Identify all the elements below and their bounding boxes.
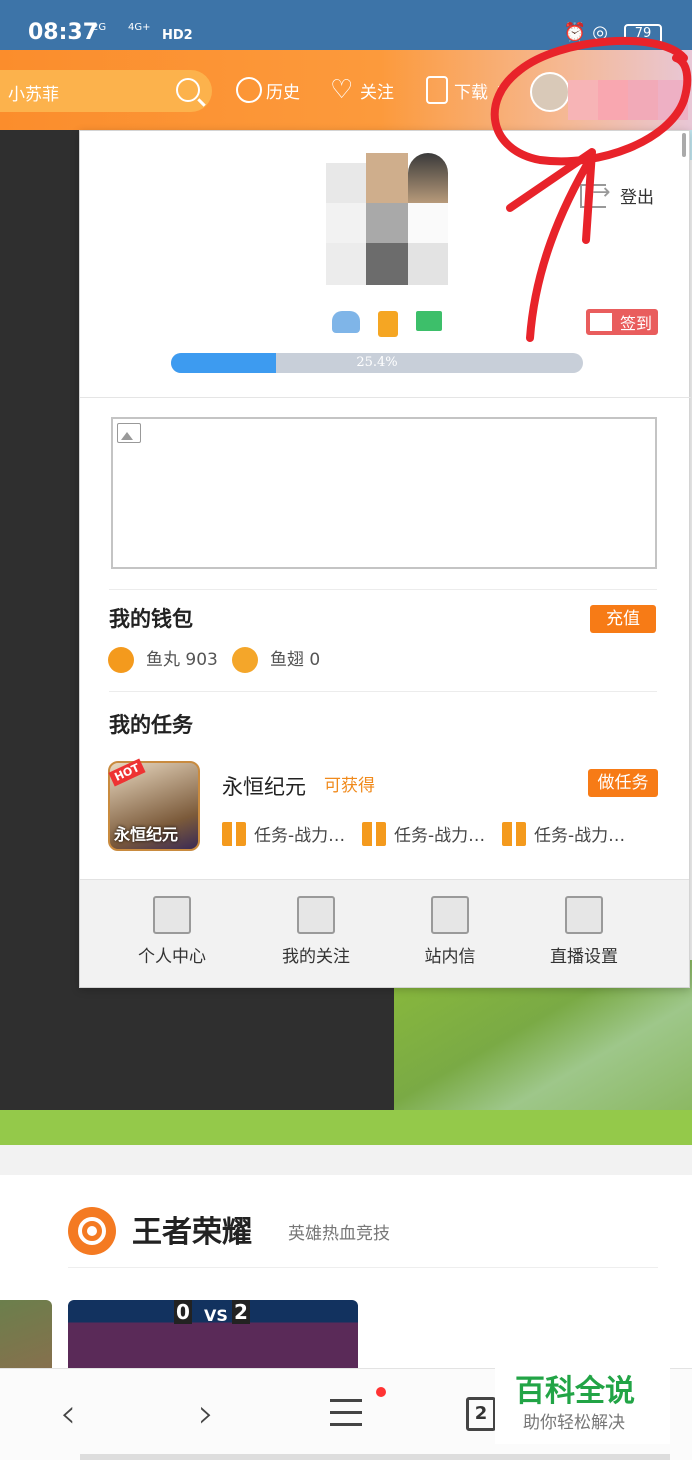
- vip-badge-icon[interactable]: [332, 311, 360, 333]
- phone-badge-icon[interactable]: [378, 311, 398, 337]
- fish-ball-balance: 鱼丸 903: [146, 650, 218, 670]
- search-icon[interactable]: [176, 78, 200, 102]
- pixelated-avatar: [326, 153, 448, 285]
- user-dropdown-panel: 登出 签到 25.4% 我的钱包 充值 鱼丸 903 鱼翅 0 我的任务 HOT…: [79, 130, 691, 988]
- game-icon-label: 永恒纪元: [114, 825, 179, 844]
- task-item[interactable]: 任务-战力…: [502, 821, 625, 846]
- notification-dot: [376, 1387, 386, 1397]
- home-indicator: [80, 1454, 670, 1460]
- fish-fin-balance: 鱼翅 0: [270, 650, 321, 670]
- menu-icon[interactable]: [330, 1399, 362, 1435]
- scrollbar[interactable]: [682, 133, 686, 157]
- top-nav: 小苏菲 历史 ♡ 关注 下载 ▼: [0, 50, 692, 130]
- follow-button[interactable]: ♡ 关注: [330, 74, 394, 106]
- wallet-title: 我的钱包: [109, 607, 193, 631]
- messages-label: 站内信: [424, 947, 476, 967]
- logout-button[interactable]: 登出: [580, 180, 654, 208]
- mail-badge-icon[interactable]: [416, 311, 442, 331]
- pixelated-username: [568, 80, 688, 120]
- watermark-title: 百科全说: [515, 1374, 635, 1409]
- level-progress-bar: 25.4%: [171, 353, 583, 373]
- do-task-button[interactable]: 做任务: [588, 769, 658, 797]
- history-label: 历史: [266, 82, 300, 103]
- obtainable-label: 可获得: [324, 776, 375, 796]
- divider: [109, 589, 657, 590]
- search-input[interactable]: 小苏菲: [8, 80, 59, 105]
- gear-icon: [565, 896, 603, 934]
- recharge-button[interactable]: 充值: [590, 605, 656, 633]
- grass-strip: [0, 1110, 692, 1145]
- fish-fin-icon: [232, 647, 258, 673]
- battery-indicator: 79: [624, 24, 662, 44]
- status-time: 08:37: [28, 20, 99, 45]
- download-button[interactable]: 下载 ▼: [426, 74, 507, 106]
- gift-icon: [502, 821, 526, 846]
- status-icons: ⏰◎: [563, 22, 614, 43]
- tabs-button[interactable]: 2: [466, 1397, 496, 1431]
- watermark-subtitle: 助你轻松解决: [523, 1413, 625, 1433]
- task-item[interactable]: 任务-战力…: [222, 821, 345, 846]
- live-settings-button[interactable]: 直播设置: [514, 896, 654, 967]
- signin-button[interactable]: 签到: [586, 309, 658, 335]
- section-subtitle: 英雄热血竞技: [288, 1224, 390, 1244]
- signin-label: 签到: [620, 314, 653, 333]
- forward-icon[interactable]: ›: [198, 1391, 214, 1437]
- divider: [80, 397, 691, 398]
- download-label: 下载: [454, 82, 488, 103]
- download-icon: [426, 76, 448, 104]
- divider: [109, 691, 657, 692]
- person-icon: [153, 896, 191, 934]
- game-section: 王者荣耀 英雄热血竞技 0 VS 2: [0, 1175, 692, 1380]
- logout-label: 登出: [620, 188, 654, 208]
- network-4g: 4G+: [128, 22, 151, 33]
- calendar-icon: [588, 311, 614, 333]
- history-button[interactable]: 历史: [236, 74, 300, 106]
- task-label: 任务-战力…: [534, 826, 626, 846]
- clock-icon: [236, 77, 262, 103]
- honor-of-kings-logo-icon: [68, 1207, 116, 1255]
- image-icon: [117, 423, 141, 443]
- user-badges: [332, 311, 442, 337]
- profile-center-button[interactable]: 个人中心: [102, 896, 242, 967]
- game-icon[interactable]: HOT 永恒纪元: [108, 758, 200, 851]
- status-bar: 08:37 2G 4G+ HD2 ⏰◎ 79: [0, 0, 692, 50]
- user-avatar[interactable]: [530, 72, 570, 112]
- my-follows-label: 我的关注: [282, 947, 350, 967]
- hd-indicator: HD2: [162, 28, 193, 43]
- ad-image-placeholder[interactable]: [111, 417, 657, 569]
- fish-ball-icon: [108, 647, 134, 673]
- score-right: 2: [232, 1300, 250, 1324]
- section-divider: [68, 1267, 658, 1268]
- live-settings-label: 直播设置: [550, 947, 618, 967]
- watermark: 百科全说 助你轻松解决: [495, 1358, 670, 1444]
- tasks-title: 我的任务: [109, 713, 193, 737]
- score-left: 0: [174, 1300, 192, 1324]
- gift-icon: [362, 821, 386, 846]
- game-name: 永恒纪元: [222, 775, 306, 799]
- vs-label: VS: [204, 1306, 228, 1325]
- heart-icon: [297, 896, 335, 934]
- heart-icon: ♡: [330, 75, 354, 105]
- hot-badge: HOT: [108, 758, 146, 787]
- profile-center-label: 个人中心: [138, 947, 206, 967]
- gift-icon: [222, 821, 246, 846]
- search-bar[interactable]: 小苏菲: [0, 70, 212, 112]
- my-follows-button[interactable]: 我的关注: [246, 896, 386, 967]
- message-icon: [431, 896, 469, 934]
- section-title[interactable]: 王者荣耀: [132, 1207, 252, 1251]
- back-icon[interactable]: ‹: [60, 1391, 76, 1437]
- popup-footer: 个人中心 我的关注 站内信 直播设置: [80, 879, 689, 987]
- task-label: 任务-战力…: [254, 826, 346, 846]
- progress-text: 25.4%: [356, 355, 398, 370]
- messages-button[interactable]: 站内信: [380, 896, 520, 967]
- task-label: 任务-战力…: [394, 826, 486, 846]
- dropdown-icon: ▼: [498, 83, 508, 97]
- network-2g: 2G: [92, 22, 107, 33]
- logout-icon: [580, 180, 610, 208]
- task-item[interactable]: 任务-战力…: [362, 821, 485, 846]
- follow-label: 关注: [360, 82, 394, 103]
